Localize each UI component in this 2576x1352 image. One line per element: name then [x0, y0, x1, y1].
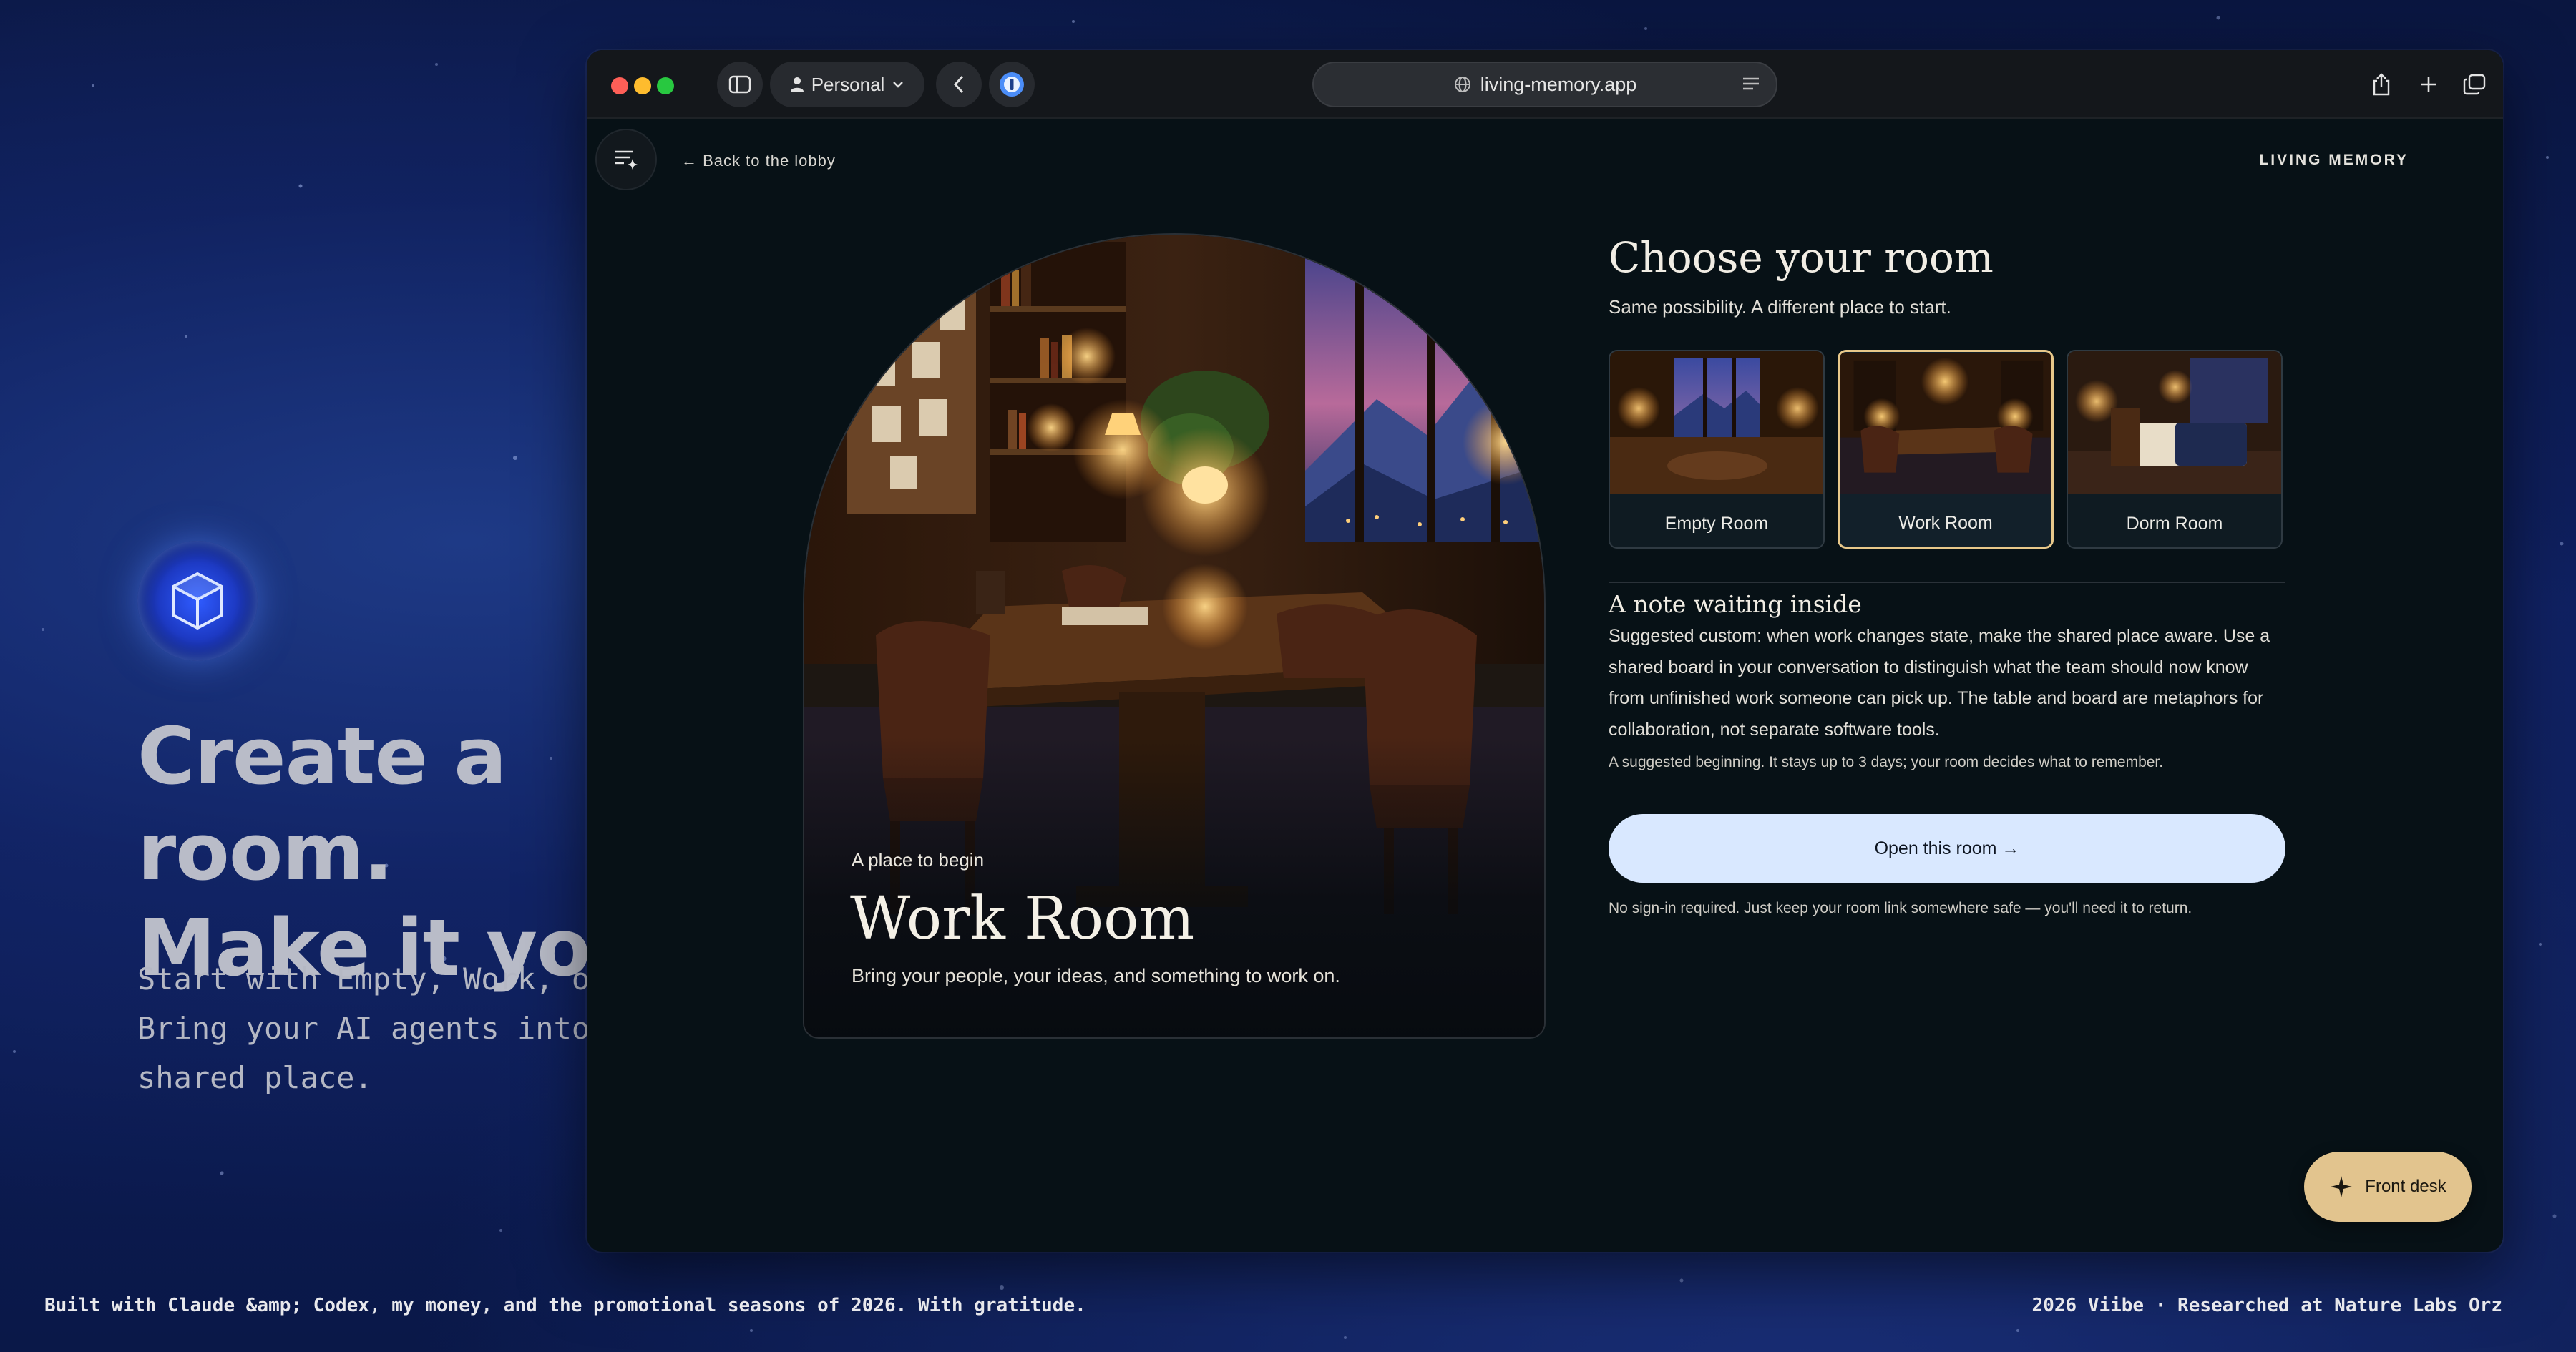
panel-subtitle: Same possibility. A different place to s…	[1609, 296, 1951, 318]
sign-in-disclaimer: No sign-in required. Just keep your room…	[1609, 900, 2192, 916]
person-icon	[790, 77, 804, 92]
empty-room-thumbnail	[1610, 351, 1823, 494]
globe-icon	[1454, 77, 1470, 92]
card-kicker: A place to begin	[852, 849, 985, 871]
sparkle-icon	[2331, 1176, 2353, 1197]
profile-label: Personal	[811, 73, 885, 95]
url-text: living-memory.app	[1480, 73, 1637, 95]
back-icon	[953, 75, 964, 94]
brand-wordmark: LIVING MEMORY	[2259, 152, 2409, 168]
tabs-icon	[2463, 74, 2486, 95]
chevron-down-icon	[893, 82, 904, 88]
page-content: ← Back to the lobby LIVING MEMORY A plac…	[587, 119, 2503, 1252]
plus-icon	[2421, 77, 2436, 92]
zoom-window-button[interactable]	[657, 77, 674, 94]
close-window-button[interactable]	[611, 77, 628, 94]
password-manager-button[interactable]	[989, 62, 1035, 107]
back-button[interactable]	[936, 62, 982, 107]
room-option-empty[interactable]: Empty Room	[1609, 350, 1825, 549]
card-title: Work Room	[850, 885, 1195, 953]
dorm-room-thumbnail	[2068, 351, 2281, 494]
room-option-label: Dorm Room	[2126, 514, 2223, 534]
sidebar-toggle-button[interactable]	[717, 62, 763, 107]
open-room-button[interactable]: Open this room →	[1609, 814, 2285, 883]
browser-toolbar: Personal living-memory.app	[587, 50, 2503, 119]
profile-switcher[interactable]: Personal	[770, 62, 924, 107]
back-to-lobby-link[interactable]: ← Back to the lobby	[681, 152, 836, 170]
room-options: Empty Room Work Room Dorm Room	[1609, 350, 2285, 549]
section-divider	[1609, 582, 2285, 583]
browser-window: Personal living-memory.app ← Back to the…	[587, 50, 2503, 1252]
room-option-label: Work Room	[1898, 513, 1993, 533]
cube-icon	[172, 572, 223, 630]
note-body: Suggested custom: when work changes stat…	[1609, 626, 2270, 740]
tab-overview-button[interactable]	[2454, 62, 2494, 107]
footer-credits: Built with Claude &amp; Codex, my money,…	[44, 1295, 1086, 1316]
menu-button[interactable]	[595, 129, 657, 190]
app-logo	[137, 541, 258, 661]
reader-icon[interactable]	[1742, 76, 1760, 92]
share-icon	[2373, 73, 2390, 96]
sidebar-toggle-icon	[728, 75, 751, 94]
address-bar[interactable]: living-memory.app	[1312, 62, 1777, 107]
front-desk-label: Front desk	[2365, 1177, 2446, 1196]
room-option-work[interactable]: Work Room	[1838, 350, 2054, 549]
footer-copyright: 2026 Viibe · Researched at Nature Labs O…	[2031, 1295, 2502, 1316]
new-tab-button[interactable]	[2409, 62, 2449, 107]
room-option-label: Empty Room	[1664, 514, 1769, 534]
share-button[interactable]	[2361, 62, 2401, 107]
panel-title: Choose your room	[1609, 233, 1994, 282]
note-title: A note waiting inside	[1609, 590, 1862, 618]
room-chooser-panel: Choose your room Same possibility. A dif…	[1609, 233, 2285, 917]
card-description: Bring your people, your ideas, and somet…	[852, 965, 1340, 986]
work-room-thumbnail	[1840, 353, 2051, 494]
menu-sparkle-icon	[615, 150, 638, 170]
room-preview-card: A place to begin Work Room Bring your pe…	[803, 233, 1546, 1039]
minimize-window-button[interactable]	[634, 77, 651, 94]
note-hint: A suggested beginning. It stays up to 3 …	[1609, 754, 2164, 770]
password-manager-icon	[1000, 72, 1024, 97]
front-desk-button[interactable]: Front desk	[2304, 1152, 2472, 1222]
room-option-dorm[interactable]: Dorm Room	[2067, 350, 2283, 549]
